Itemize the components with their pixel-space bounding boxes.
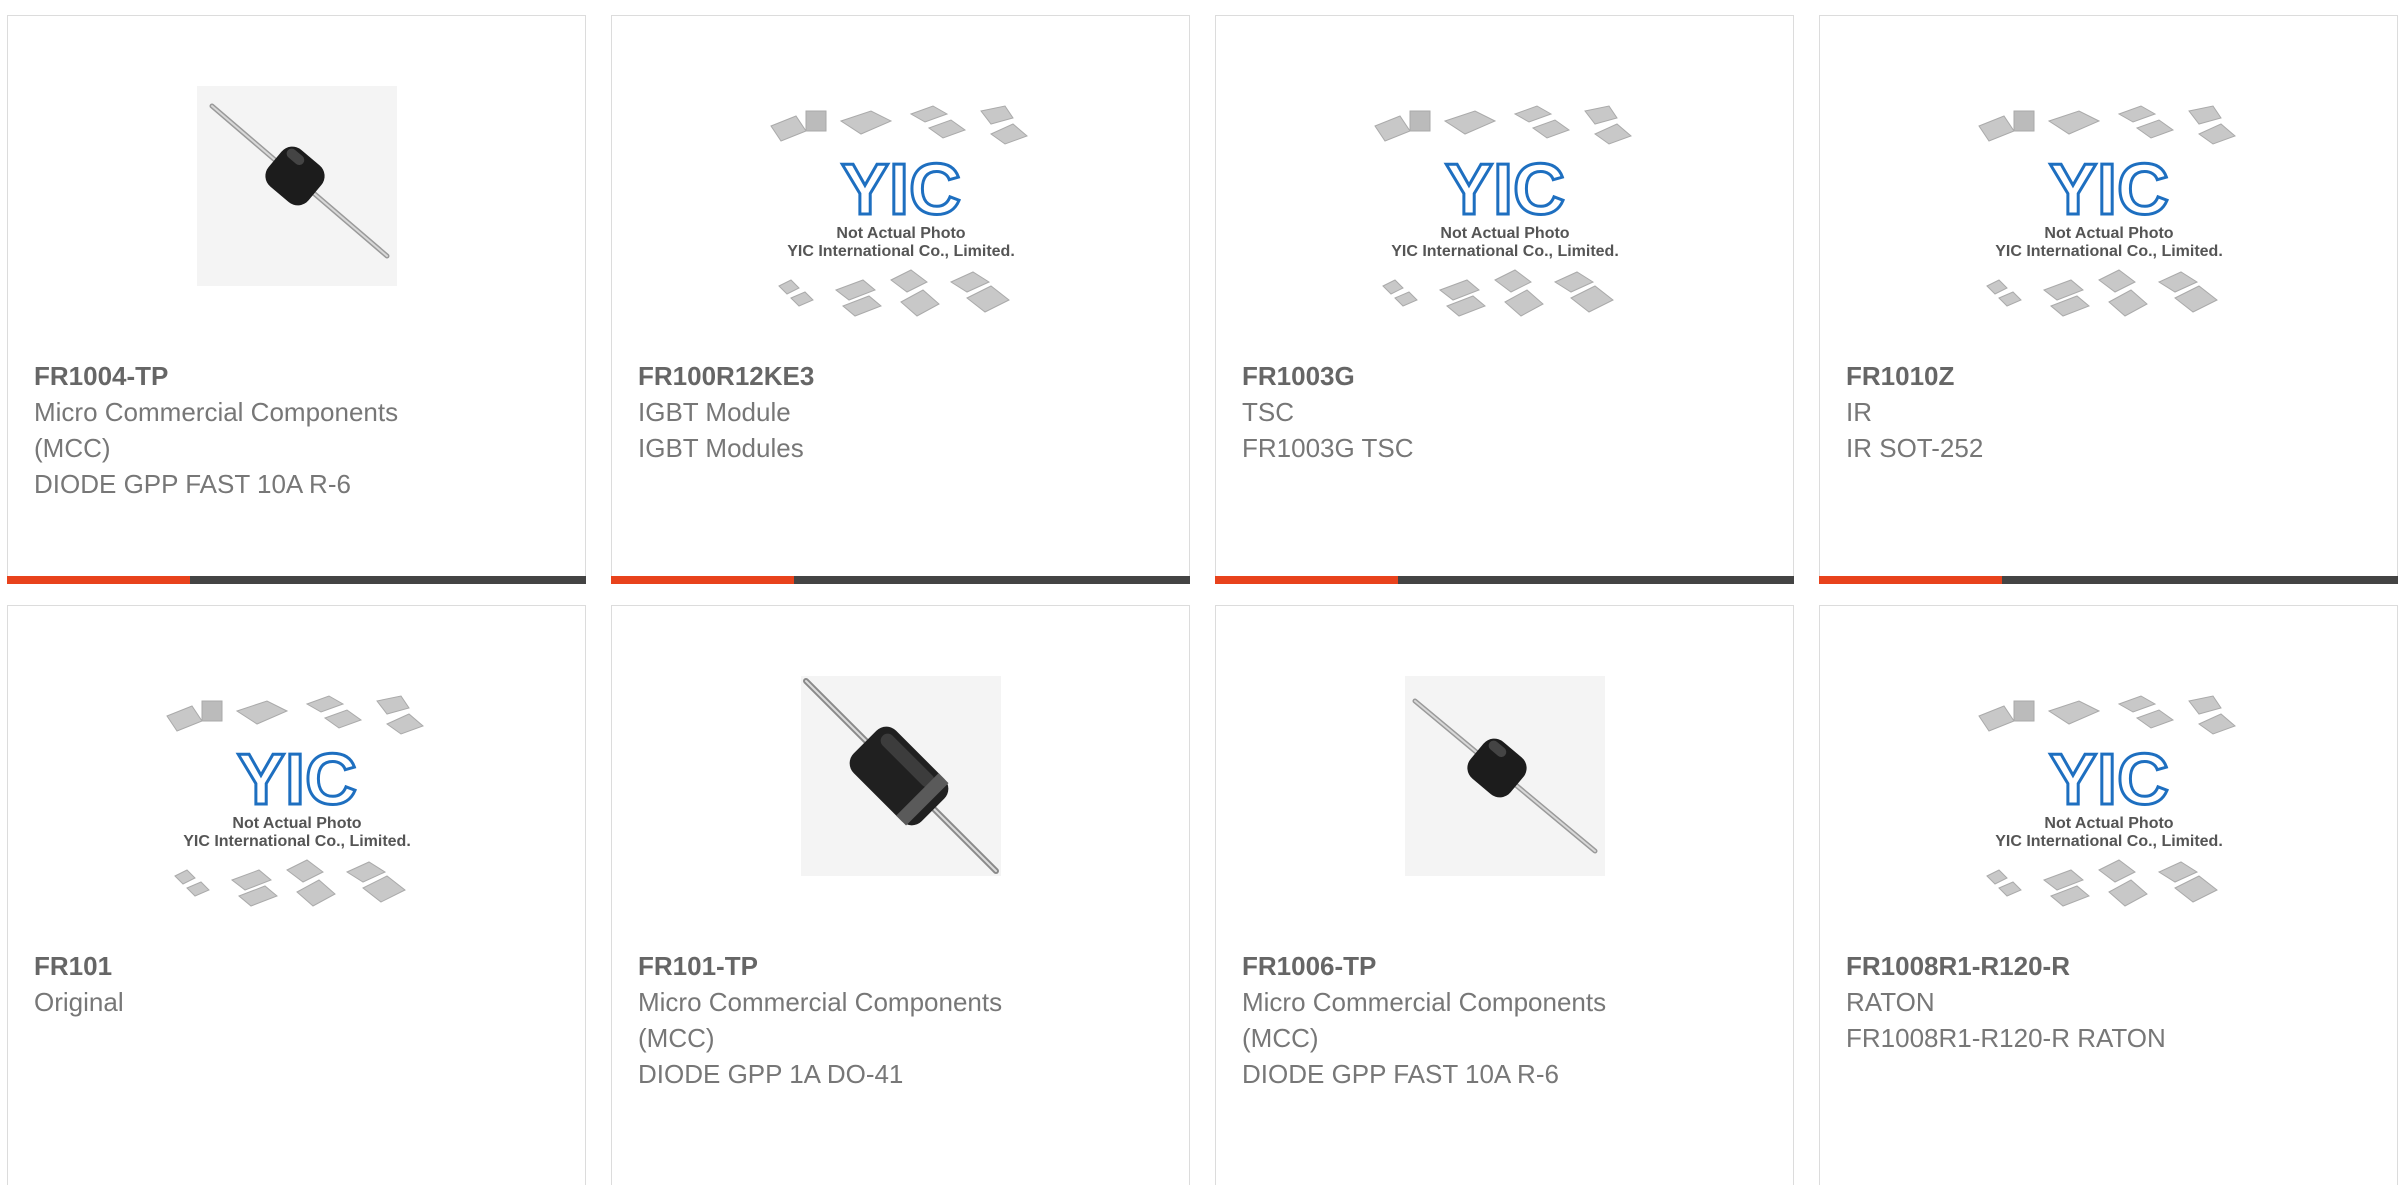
part-number[interactable]: FR100R12KE3 [638,358,1169,394]
placeholder-caption: YIC International Co., Limited. [183,833,411,850]
product-card[interactable]: YIC Not Actual Photo YIC International C… [1819,15,2398,584]
card-underline [1215,576,1794,584]
svg-text:YIC: YIC [840,150,960,230]
product-image[interactable]: YIC Not Actual Photo YIC International C… [1820,676,2397,907]
manufacturer: RATON [1846,987,1935,1017]
description: DIODE GPP FAST 10A R-6 [34,469,351,499]
manufacturer: IGBT Module [638,397,791,427]
svg-text:YIC: YIC [2048,150,2168,230]
product-info: FR1003G TSC FR1003G TSC [1242,358,1773,466]
product-info: FR1004-TP Micro Commercial Components (M… [34,358,565,502]
product-info: FR101-TP Micro Commercial Components (MC… [638,948,1169,1092]
product-card[interactable]: YIC Not Actual Photo YIC International C… [1215,15,1794,584]
description: IR SOT-252 [1846,433,1984,463]
not-actual-photo-placeholder-icon: YIC Not Actual Photo YIC International C… [1977,695,2236,907]
product-info: FR100R12KE3 IGBT Module IGBT Modules [638,358,1169,466]
svg-text:YIC: YIC [2048,740,2168,820]
product-info: FR1006-TP Micro Commercial Components (M… [1242,948,1773,1092]
card-underline [611,576,1190,584]
manufacturer: IR [1846,397,1872,427]
part-number[interactable]: FR1004-TP [34,358,565,394]
product-image[interactable] [1216,676,1793,891]
manufacturer: Original [34,987,124,1017]
placeholder-caption: Not Actual Photo [232,815,361,832]
description: DIODE GPP 1A DO-41 [638,1059,904,1089]
placeholder-caption: Not Actual Photo [2044,225,2173,242]
product-info: FR1010Z IR IR SOT-252 [1846,358,2377,466]
product-card[interactable]: YIC Not Actual Photo YIC International C… [611,15,1190,584]
product-info: FR101 Original [34,948,565,1020]
manufacturer: TSC [1242,397,1294,427]
diode-r6-icon [196,86,397,286]
part-number[interactable]: FR1006-TP [1242,948,1773,984]
product-image[interactable] [612,676,1189,891]
card-underline [1819,576,2398,584]
product-card[interactable]: FR1006-TP Micro Commercial Components (M… [1215,605,1794,1185]
placeholder-caption: YIC International Co., Limited. [787,243,1015,260]
placeholder-caption: YIC International Co., Limited. [1391,243,1619,260]
part-number[interactable]: FR1010Z [1846,358,2377,394]
not-actual-photo-placeholder-icon: YIC Not Actual Photo YIC International C… [1977,105,2236,317]
not-actual-photo-placeholder-icon: YIC Not Actual Photo YIC International C… [1373,105,1632,317]
product-image[interactable]: YIC Not Actual Photo YIC International C… [1216,86,1793,317]
manufacturer: Micro Commercial Components (MCC) [34,397,399,463]
product-image[interactable]: YIC Not Actual Photo YIC International C… [612,86,1189,317]
product-grid: FR1004-TP Micro Commercial Components (M… [0,0,2400,1185]
part-number[interactable]: FR101 [34,948,565,984]
not-actual-photo-placeholder-icon: YIC Not Actual Photo YIC International C… [769,105,1028,317]
manufacturer: Micro Commercial Components (MCC) [638,987,1003,1053]
card-underline [7,576,586,584]
product-card[interactable]: FR1004-TP Micro Commercial Components (M… [7,15,586,584]
part-number[interactable]: FR101-TP [638,948,1169,984]
product-image[interactable]: YIC Not Actual Photo YIC International C… [1820,86,2397,317]
part-number[interactable]: FR1008R1-R120-R [1846,948,2377,984]
product-image[interactable] [8,86,585,301]
manufacturer: Micro Commercial Components (MCC) [1242,987,1607,1053]
svg-text:YIC: YIC [236,740,356,820]
not-actual-photo-placeholder-icon: YIC Not Actual Photo YIC International C… [165,695,424,907]
placeholder-caption: Not Actual Photo [1440,225,1569,242]
diode-do41-icon [800,676,1001,876]
svg-text:YIC: YIC [1444,150,1564,230]
placeholder-caption: YIC International Co., Limited. [1995,833,2223,850]
product-card[interactable]: YIC Not Actual Photo YIC International C… [7,605,586,1185]
placeholder-caption: Not Actual Photo [836,225,965,242]
description: IGBT Modules [638,433,804,463]
description: FR1003G TSC [1242,433,1414,463]
product-card[interactable]: FR101-TP Micro Commercial Components (MC… [611,605,1190,1185]
product-image[interactable]: YIC Not Actual Photo YIC International C… [8,676,585,907]
description: FR1008R1-R120-R RATON [1846,1023,2166,1053]
diode-r6-icon [1404,676,1605,876]
product-card[interactable]: YIC Not Actual Photo YIC International C… [1819,605,2398,1185]
product-info: FR1008R1-R120-R RATON FR1008R1-R120-R RA… [1846,948,2377,1056]
placeholder-caption: YIC International Co., Limited. [1995,243,2223,260]
part-number[interactable]: FR1003G [1242,358,1773,394]
placeholder-caption: Not Actual Photo [2044,815,2173,832]
description: DIODE GPP FAST 10A R-6 [1242,1059,1559,1089]
